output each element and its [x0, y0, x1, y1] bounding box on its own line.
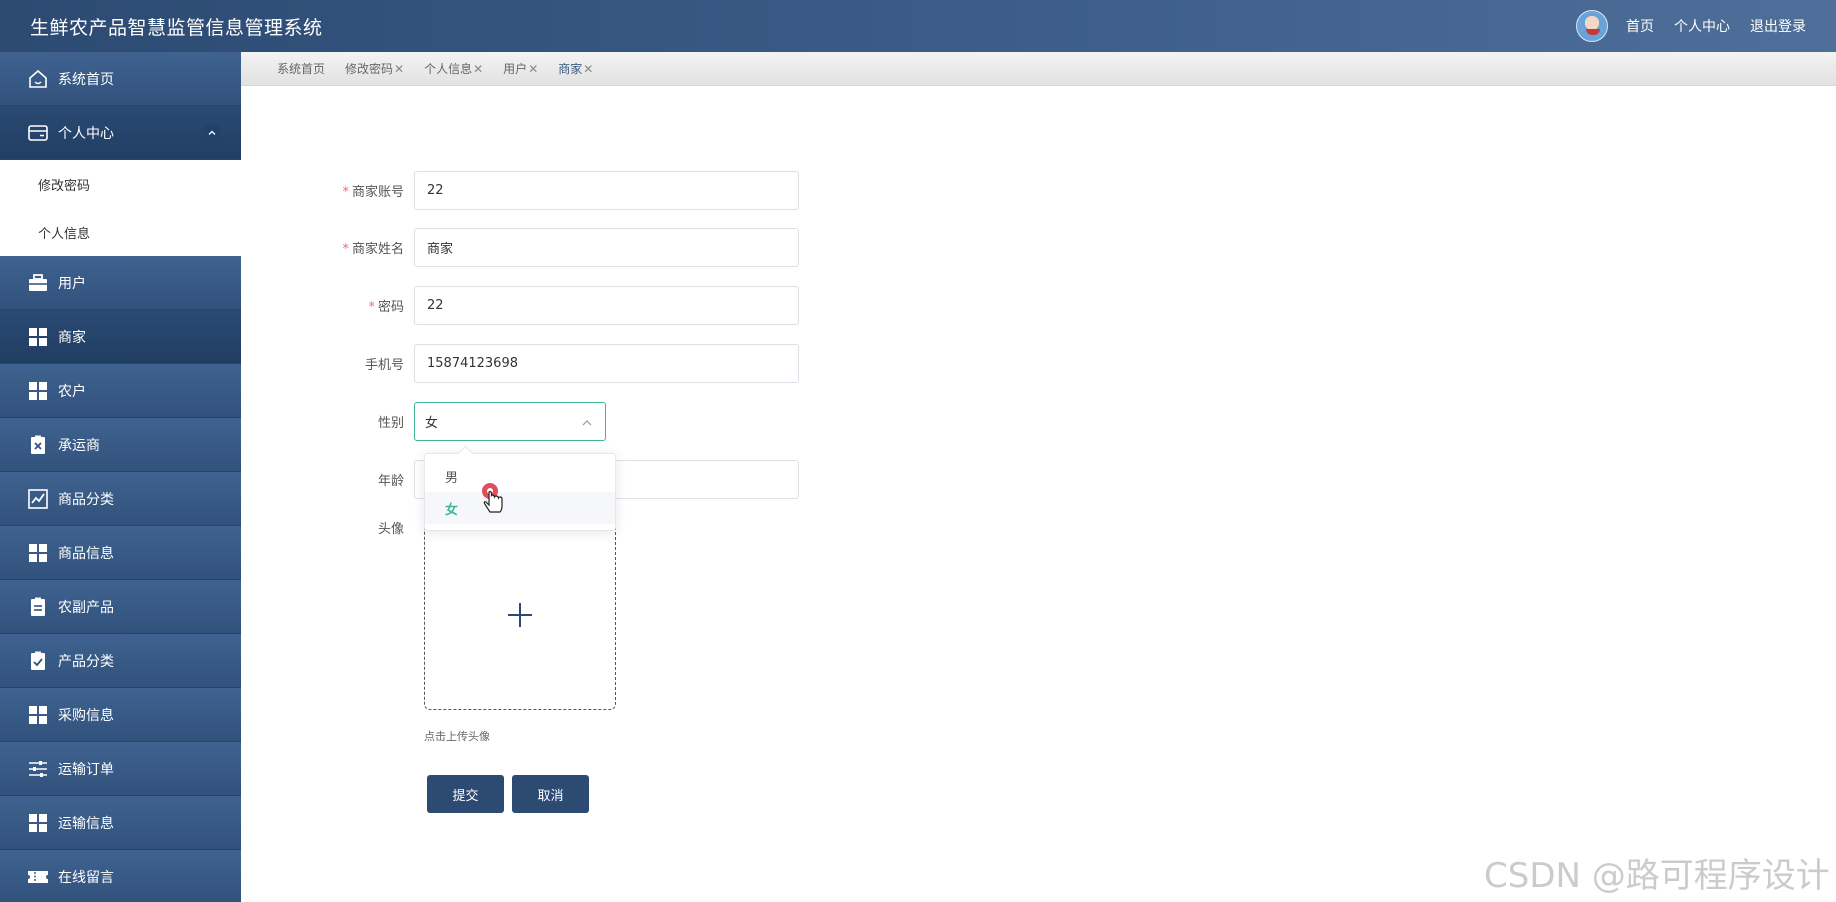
close-icon[interactable]: ✕ [473, 62, 483, 76]
avatar-label: 头像 [377, 522, 404, 537]
gender-dropdown: 男 女 [424, 453, 616, 531]
sidebar-item-label: 商家 [58, 329, 86, 346]
sidebar-item-label: 承运商 [58, 437, 100, 454]
sidebar-item-label: 农副产品 [58, 599, 114, 616]
phone-input[interactable]: 15874123698 [414, 344, 799, 383]
name-label: * 商家姓名 [342, 242, 404, 257]
account-input[interactable]: 22 [414, 171, 799, 210]
form-row-name: * 商家姓名 商家 [300, 228, 799, 267]
sidebar-item-label: 运输信息 [58, 815, 114, 832]
gender-select-value: 女 [425, 416, 439, 431]
form-row-password: * 密码 22 [300, 286, 799, 325]
phone-label: 手机号 [364, 358, 404, 373]
watermark: CSDN @路可程序设计 [1484, 856, 1830, 896]
gender-label: 性别 [377, 416, 404, 431]
personal-center-submenu: 修改密码 个人信息 [0, 160, 241, 256]
avatar-upload[interactable] [424, 524, 616, 710]
sidebar-item-label: 商品分类 [58, 491, 114, 508]
user-avatar[interactable] [1576, 10, 1608, 42]
clipboard-icon [26, 595, 50, 619]
sidebar-item-product-category[interactable]: 商品分类 [0, 472, 241, 526]
sidebar-item-label: 采购信息 [58, 707, 114, 724]
sidebar-item-label: 个人中心 [58, 125, 114, 142]
sidebar-subitem-change-password[interactable]: 修改密码 [0, 160, 241, 208]
form-row-avatar: 头像 [300, 518, 414, 537]
password-input[interactable]: 22 [414, 286, 799, 325]
gender-option-male[interactable]: 男 [425, 460, 615, 492]
profile-link[interactable]: 个人中心 [1674, 16, 1730, 36]
home-link[interactable]: 首页 [1626, 16, 1654, 36]
sidebar-item-transport-info[interactable]: 运输信息 [0, 796, 241, 850]
sidebar-item-label: 系统首页 [58, 71, 114, 88]
chevron-up-icon[interactable] [203, 123, 221, 142]
close-icon[interactable]: ✕ [394, 62, 404, 76]
sidebar-item-label: 运输订单 [58, 761, 114, 778]
header-actions: 首页 个人中心 退出登录 [1576, 10, 1826, 42]
password-label: * 密码 [368, 300, 404, 315]
form-row-gender: 性别 女 [300, 402, 606, 441]
gender-option-female[interactable]: 女 [425, 492, 615, 524]
grid-icon [26, 379, 50, 403]
sidebar-item-home[interactable]: 系统首页 [0, 52, 241, 106]
sidebar-subitem-personal-info[interactable]: 个人信息 [0, 208, 241, 256]
upload-tip: 点击上传头像 [424, 730, 490, 743]
sidebar: 系统首页 个人中心 修改密码 个人信息 用户 商家 农户 承运商 商品分类 商品… [0, 52, 241, 902]
tag-personal-info[interactable]: 个人信息 ✕ [424, 60, 483, 77]
cancel-button[interactable]: 取消 [512, 775, 589, 813]
home-icon [26, 67, 50, 91]
tag-users[interactable]: 用户 ✕ [503, 60, 538, 77]
sidebar-item-label: 用户 [58, 275, 86, 292]
sidebar-item-farm-products[interactable]: 农副产品 [0, 580, 241, 634]
briefcase-icon [26, 271, 50, 295]
sidebar-item-label: 农户 [58, 383, 86, 400]
grid-icon [26, 703, 50, 727]
sidebar-item-item-category[interactable]: 产品分类 [0, 634, 241, 688]
gender-select[interactable]: 女 [414, 402, 606, 441]
sidebar-item-label: 产品分类 [58, 653, 114, 670]
tag-change-password[interactable]: 修改密码 ✕ [345, 60, 404, 77]
app-title: 生鲜农产品智慧监管信息管理系统 [30, 16, 323, 39]
clipboard-check-icon [26, 649, 50, 673]
form-row-account: * 商家账号 22 [300, 171, 799, 210]
sidebar-item-merchant[interactable]: 商家 [0, 310, 241, 364]
grid-icon [26, 325, 50, 349]
tags-view: 系统首页 修改密码 ✕ 个人信息 ✕ 用户 ✕ 商家 ✕ [241, 52, 1836, 86]
form-row-phone: 手机号 15874123698 [300, 344, 799, 383]
grid-icon [26, 811, 50, 835]
sidebar-item-users[interactable]: 用户 [0, 256, 241, 310]
ticket-icon [26, 865, 50, 889]
sidebar-item-message[interactable]: 在线留言 [0, 850, 241, 902]
tag-system-home[interactable]: 系统首页 [277, 60, 325, 77]
wallet-icon [26, 121, 50, 145]
sliders-icon [26, 757, 50, 781]
sidebar-item-transport-order[interactable]: 运输订单 [0, 742, 241, 796]
sidebar-item-label: 在线留言 [58, 869, 114, 886]
top-header: 生鲜农产品智慧监管信息管理系统 首页 个人中心 退出登录 [0, 0, 1836, 52]
logout-link[interactable]: 退出登录 [1750, 16, 1806, 36]
hand-cursor-icon [481, 483, 507, 521]
tag-merchant[interactable]: 商家 ✕ [558, 60, 593, 77]
close-icon[interactable]: ✕ [528, 62, 538, 76]
account-label: * 商家账号 [342, 185, 404, 200]
name-input[interactable]: 商家 [414, 228, 799, 267]
plus-icon [506, 601, 534, 633]
submit-button[interactable]: 提交 [427, 775, 504, 813]
clipboard-x-icon [26, 433, 50, 457]
sidebar-item-purchase-info[interactable]: 采购信息 [0, 688, 241, 742]
grid-icon [26, 541, 50, 565]
sidebar-item-product-info[interactable]: 商品信息 [0, 526, 241, 580]
chevron-up-icon [581, 417, 593, 432]
sidebar-item-label: 商品信息 [58, 545, 114, 562]
close-icon[interactable]: ✕ [583, 62, 593, 76]
age-label: 年龄 [377, 474, 404, 489]
sidebar-item-carrier[interactable]: 承运商 [0, 418, 241, 472]
chart-icon [26, 487, 50, 511]
sidebar-item-farmer[interactable]: 农户 [0, 364, 241, 418]
sidebar-item-personal-center[interactable]: 个人中心 [0, 106, 241, 160]
